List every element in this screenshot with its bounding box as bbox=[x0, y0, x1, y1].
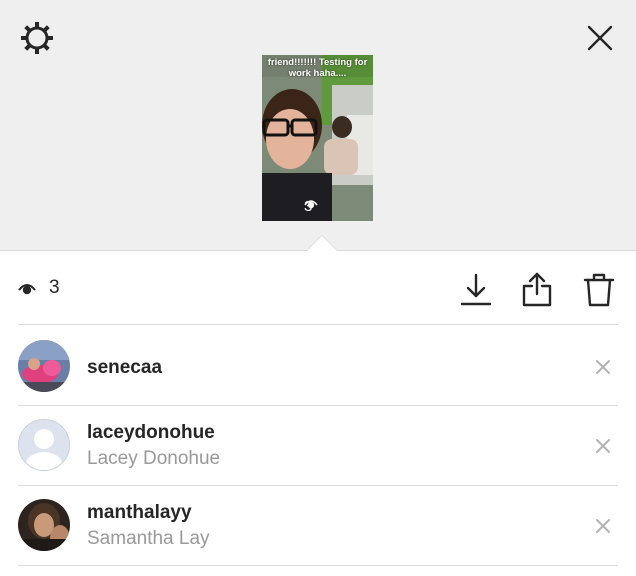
viewer-username: senecaa bbox=[87, 357, 163, 378]
trash-icon[interactable] bbox=[582, 272, 616, 308]
viewer-full-name: Samantha Lay bbox=[87, 528, 210, 549]
avatar bbox=[18, 340, 70, 392]
preview-pointer bbox=[307, 236, 337, 251]
divider bbox=[18, 324, 618, 325]
download-icon[interactable] bbox=[459, 272, 493, 308]
close-icon[interactable] bbox=[584, 22, 616, 54]
remove-x-icon[interactable] bbox=[593, 357, 613, 377]
divider bbox=[18, 565, 618, 566]
story-photo bbox=[262, 55, 373, 221]
view-count: 3 bbox=[49, 277, 60, 298]
viewer-row[interactable]: laceydonohue Lacey Donohue bbox=[0, 406, 636, 486]
story-view-count: 3 bbox=[304, 198, 318, 215]
gear-icon[interactable] bbox=[17, 18, 57, 58]
remove-x-icon[interactable] bbox=[593, 516, 613, 536]
eye-icon bbox=[18, 284, 36, 295]
story-caption: friend!!!!!!! Testing for work haha.... bbox=[267, 57, 368, 79]
eye-icon bbox=[304, 200, 318, 209]
viewer-username: laceydonohue bbox=[87, 422, 215, 443]
avatar bbox=[18, 499, 70, 551]
remove-x-icon[interactable] bbox=[593, 436, 613, 456]
story-thumbnail[interactable]: friend!!!!!!! Testing for work haha.... … bbox=[262, 55, 373, 221]
viewer-full-name: Lacey Donohue bbox=[87, 448, 221, 469]
avatar bbox=[18, 419, 70, 471]
share-icon[interactable] bbox=[520, 272, 554, 308]
viewer-username: manthalayy bbox=[87, 502, 192, 523]
viewer-row[interactable]: senecaa bbox=[0, 326, 636, 406]
viewer-row[interactable]: manthalayy Samantha Lay bbox=[0, 486, 636, 566]
